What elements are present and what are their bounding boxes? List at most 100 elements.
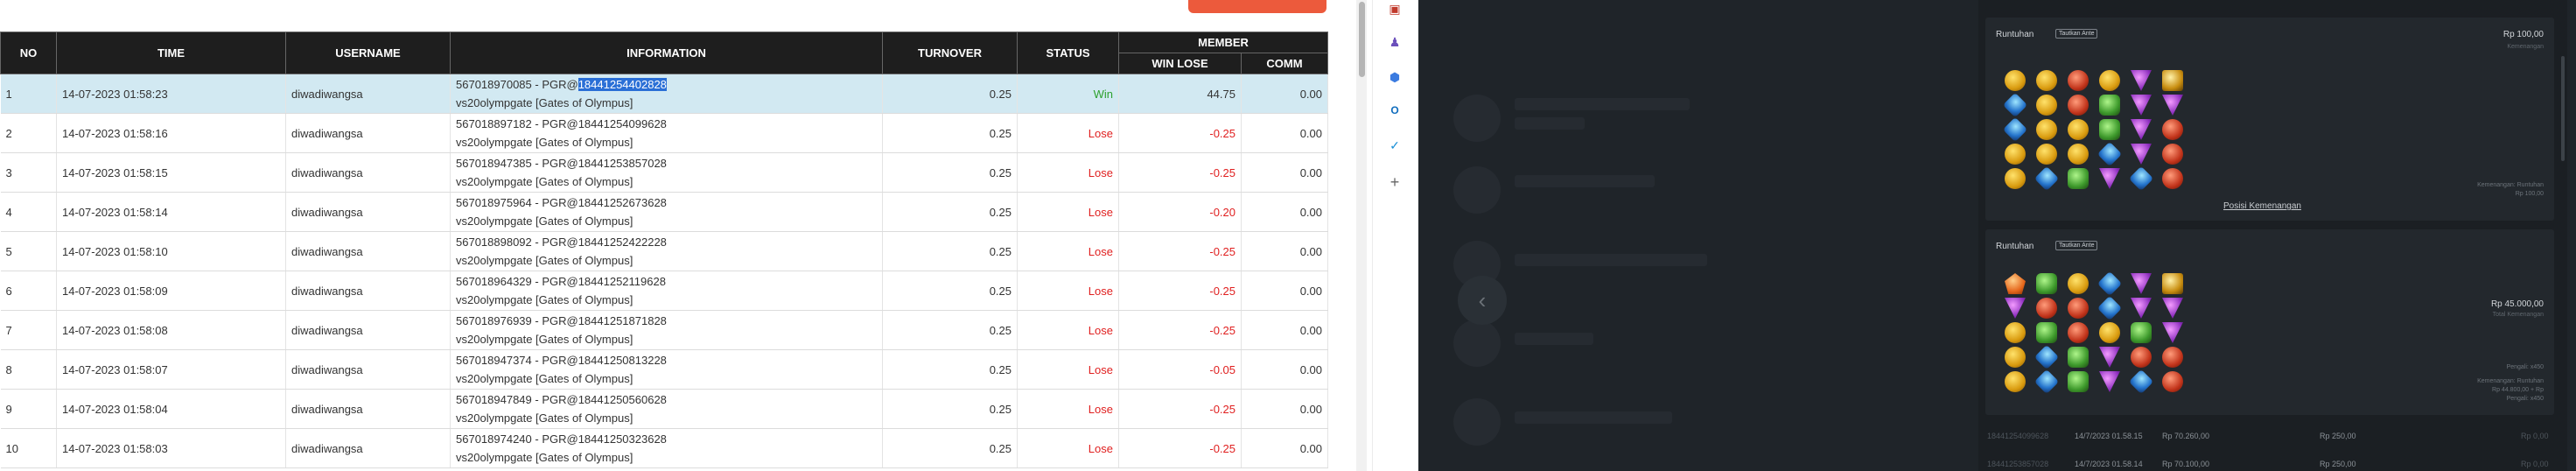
bet-ref: 567018974240 - PGR@ — [456, 432, 578, 446]
game-name: vs20olympgate [Gates of Olympus] — [456, 96, 634, 109]
ghost-line — [1515, 254, 1707, 266]
cell-information[interactable]: 567018974240 - PGR@18441250323628 vs20oly… — [450, 428, 883, 468]
table-row[interactable]: 3 14-07-2023 01:58:15 diwadiwangsa 56701894… — [0, 152, 1328, 193]
cell-username: diwadiwangsa — [285, 271, 451, 311]
gem-symbol — [2002, 92, 2028, 118]
round-id[interactable]: 18441252119628 — [578, 275, 666, 288]
cell-no: 8 — [0, 349, 57, 390]
game-history-overlay: ‹ Runtuhan Tautkan Ante Rp 100,00 Kemena… — [1418, 0, 2576, 471]
header-status: STATUS — [1017, 32, 1119, 74]
gem-symbol — [2128, 165, 2154, 192]
cell-time: 14-07-2023 01:58:09 — [56, 271, 286, 311]
people-icon[interactable]: ♟ — [1386, 33, 1404, 51]
game-name: vs20olympgate [Gates of Olympus] — [456, 136, 634, 149]
cell-turnover: 0.25 — [882, 74, 1018, 114]
gem-symbol — [2131, 144, 2152, 165]
gem-symbol — [2068, 119, 2089, 140]
cell-time: 14-07-2023 01:58:15 — [56, 152, 286, 193]
symbol-grid — [1999, 271, 2188, 395]
cell-no: 9 — [0, 389, 57, 429]
round-id[interactable]: 18441250813228 — [578, 354, 667, 367]
cell-information[interactable]: 567018975964 - PGR@18441252673628 vs20oly… — [450, 192, 883, 232]
round-id[interactable]: 18441253857028 — [578, 157, 667, 170]
cell-comm: 0.00 — [1241, 113, 1328, 153]
gem-symbol — [2099, 119, 2120, 140]
round-id[interactable]: 18441254402828 — [578, 78, 667, 91]
cell-information[interactable]: 567018964329 - PGR@18441252119628 vs20oly… — [450, 271, 883, 311]
cell-comm: 0.00 — [1241, 349, 1328, 390]
card-sub-label: Total Kemenangan — [2492, 312, 2544, 318]
toolbox-icon[interactable]: ▣ — [1386, 0, 1404, 18]
table-row[interactable]: 4 14-07-2023 01:58:14 diwadiwangsa 56701897… — [0, 192, 1328, 232]
cell-status: Lose — [1017, 428, 1119, 468]
cell-username: diwadiwangsa — [285, 74, 451, 114]
cell-time: 14-07-2023 01:58:23 — [56, 74, 286, 114]
ghost-avatar — [1453, 320, 1501, 367]
table-row[interactable]: 1 14-07-2023 01:58:23 diwadiwangsa 56701897… — [0, 74, 1328, 114]
cell-status: Lose — [1017, 192, 1119, 232]
round-bet: Rp 250,00 — [2320, 432, 2356, 440]
round-id[interactable]: 18441250560628 — [578, 393, 667, 406]
table-row[interactable]: 5 14-07-2023 01:58:10 diwadiwangsa 56701889… — [0, 231, 1328, 271]
cell-turnover: 0.25 — [882, 192, 1018, 232]
plus-icon[interactable]: + — [1386, 173, 1404, 191]
round-id[interactable]: 18441252673628 — [578, 196, 667, 209]
cell-status: Lose — [1017, 310, 1119, 350]
table-row[interactable]: 2 14-07-2023 01:58:16 diwadiwangsa 56701889… — [0, 113, 1328, 153]
bet-ref: 567018964329 - PGR@ — [456, 275, 578, 288]
table-row[interactable]: 10 14-07-2023 01:58:03 diwadiwangsa 5670189… — [0, 428, 1328, 468]
gem-symbol — [2131, 298, 2152, 319]
copilot-icon[interactable]: ⬢ — [1386, 68, 1404, 86]
gem-symbol — [2002, 116, 2028, 143]
round-id[interactable]: 18441250323628 — [578, 432, 667, 446]
gem-symbol — [2005, 168, 2026, 189]
cell-information[interactable]: 567018970085 - PGR@18441254402828 vs20oly… — [450, 74, 883, 114]
gem-symbol — [2034, 369, 2060, 395]
gem-symbol — [2034, 165, 2060, 192]
page-scrollbar-thumb[interactable] — [1359, 2, 1365, 77]
table-row[interactable]: 7 14-07-2023 01:58:08 diwadiwangsa 56701897… — [0, 310, 1328, 350]
round-id[interactable]: 18441254099628 — [578, 117, 667, 130]
cell-information[interactable]: 567018947385 - PGR@18441253857028 vs20oly… — [450, 152, 883, 193]
game-name: vs20olympgate [Gates of Olympus] — [456, 451, 634, 464]
cell-turnover: 0.25 — [882, 389, 1018, 429]
bet-ref: 567018975964 - PGR@ — [456, 196, 578, 209]
gem-symbol — [2036, 298, 2057, 319]
top-action-button[interactable] — [1188, 0, 1326, 13]
cell-time: 14-07-2023 01:58:10 — [56, 231, 286, 271]
table-row[interactable]: 8 14-07-2023 01:58:07 diwadiwangsa 56701894… — [0, 349, 1328, 390]
round-time: 14/7/2023 01.58.14 — [2075, 460, 2143, 468]
cell-win-lose: -0.20 — [1118, 192, 1242, 232]
gem-symbol — [2068, 144, 2089, 165]
back-arrow-button[interactable]: ‹ — [1458, 276, 1507, 325]
win-note-amount: Rp 100,00 — [2515, 191, 2544, 197]
round-id[interactable]: 18441251871828 — [578, 314, 667, 327]
cell-username: diwadiwangsa — [285, 428, 451, 468]
history-row[interactable]: 18441253857028 14/7/2023 01.58.14 Rp 70.… — [1978, 455, 2558, 471]
table-row[interactable]: 9 14-07-2023 01:58:04 diwadiwangsa 56701894… — [0, 389, 1328, 429]
table-row[interactable]: 6 14-07-2023 01:58:09 diwadiwangsa 56701896… — [0, 271, 1328, 311]
bet-ref: 567018947849 - PGR@ — [456, 393, 578, 406]
cell-turnover: 0.25 — [882, 310, 1018, 350]
cell-win-lose: -0.25 — [1118, 231, 1242, 271]
cell-information[interactable]: 567018898092 - PGR@18441252422228 vs20oly… — [450, 231, 883, 271]
screen: NO TIME USERNAME INFORMATION TURNOVER ST… — [0, 0, 2576, 471]
ante-badge: Tautkan Ante — [2055, 29, 2098, 39]
cell-information[interactable]: 567018976939 - PGR@18441251871828 vs20oly… — [450, 310, 883, 350]
outlook-icon[interactable]: O — [1386, 102, 1404, 119]
gem-symbol — [2162, 144, 2183, 165]
multiplier-note: Pengali: x450 — [2506, 364, 2544, 370]
gem-symbol — [2036, 144, 2057, 165]
cell-username: diwadiwangsa — [285, 310, 451, 350]
shopping-icon[interactable]: ✓ — [1386, 137, 1404, 154]
win-position-link[interactable]: Posisi Kemenangan — [2223, 201, 2301, 211]
cell-information[interactable]: 567018947374 - PGR@18441250813228 vs20oly… — [450, 349, 883, 390]
cell-information[interactable]: 567018947849 - PGR@18441250560628 vs20oly… — [450, 389, 883, 429]
round-id[interactable]: 18441252422228 — [578, 236, 667, 249]
cell-turnover: 0.25 — [882, 428, 1018, 468]
details-scrollbar-thumb[interactable] — [2561, 56, 2565, 161]
cell-win-lose: -0.25 — [1118, 152, 1242, 193]
cell-information[interactable]: 567018897182 - PGR@18441254099628 vs20oly… — [450, 113, 883, 153]
history-row[interactable]: 18441254099628 14/7/2023 01.58.15 Rp 70.… — [1978, 427, 2558, 445]
gem-symbol — [2068, 168, 2089, 189]
